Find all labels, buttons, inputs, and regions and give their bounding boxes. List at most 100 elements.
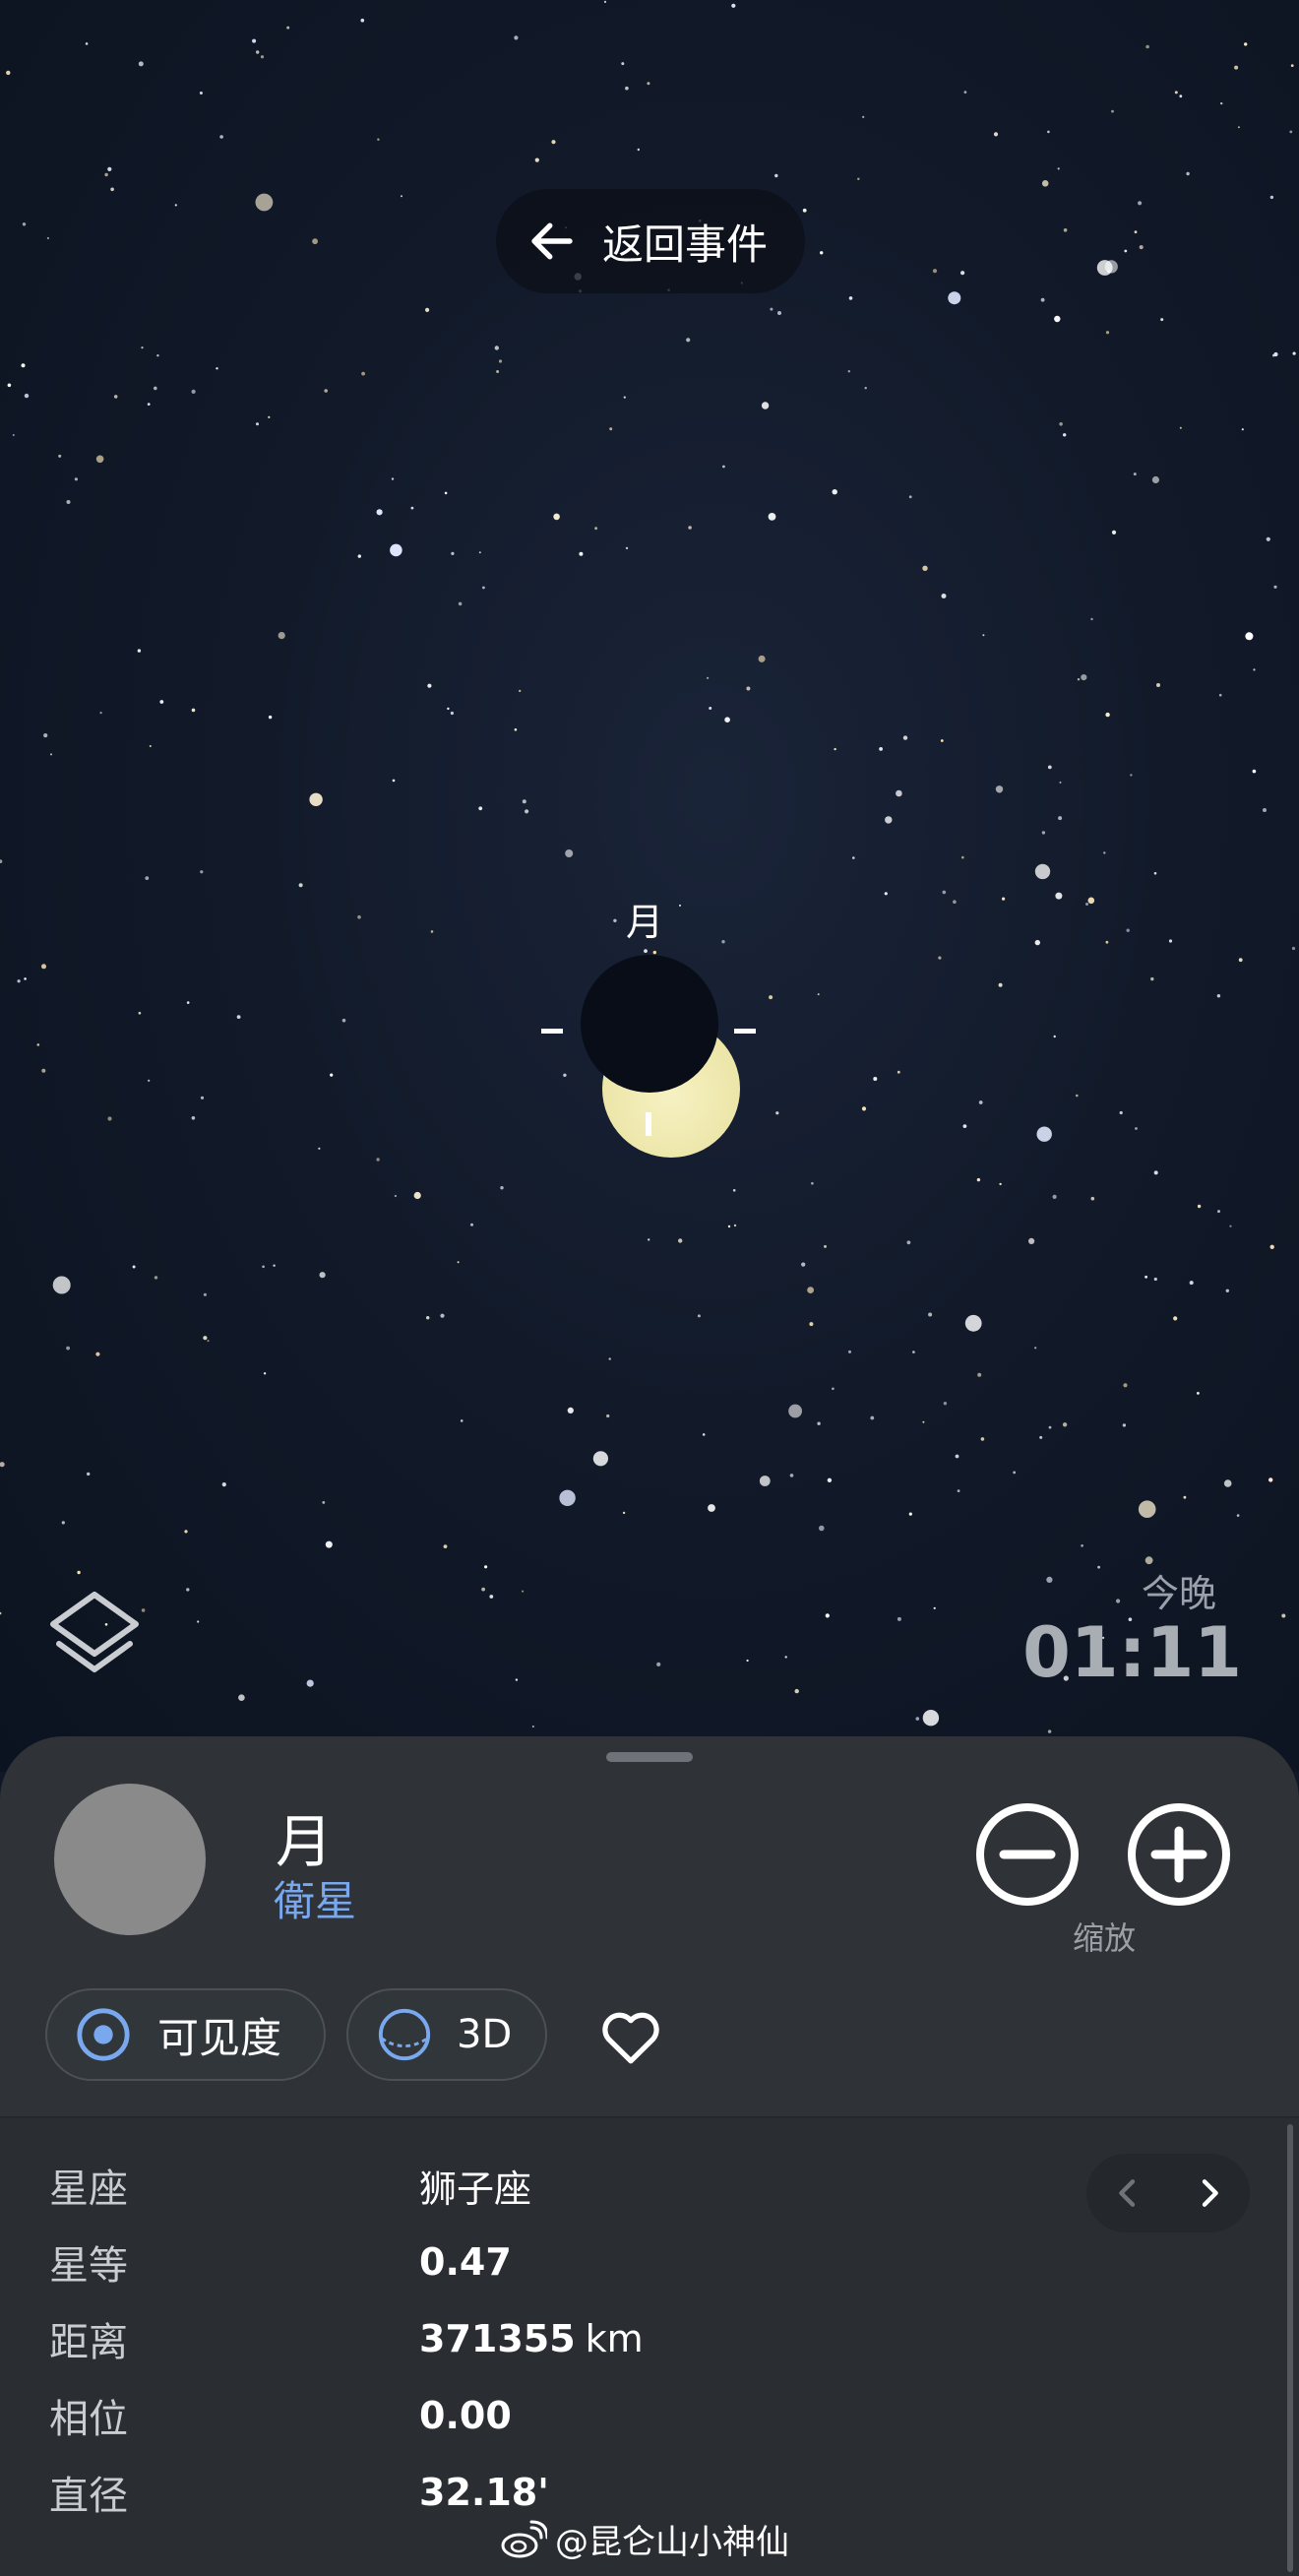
zoom-out-button[interactable] xyxy=(974,1801,1081,1908)
star xyxy=(494,346,499,350)
star xyxy=(567,1407,574,1414)
star xyxy=(948,291,961,305)
star xyxy=(1238,958,1243,963)
star xyxy=(318,1147,321,1150)
star xyxy=(1186,171,1190,176)
star xyxy=(731,3,736,8)
object-avatar xyxy=(54,1784,206,1935)
star xyxy=(263,1372,267,1375)
star xyxy=(848,296,853,300)
star xyxy=(24,393,30,399)
star xyxy=(322,1501,326,1504)
moon-target[interactable] xyxy=(522,955,777,1171)
star xyxy=(1057,167,1060,170)
star xyxy=(156,354,159,357)
reticle-tick-left xyxy=(541,1029,563,1034)
star xyxy=(1234,65,1239,70)
star xyxy=(908,495,912,499)
star xyxy=(268,715,273,720)
star xyxy=(413,1191,421,1200)
star xyxy=(637,148,640,152)
sheet-drag-handle[interactable] xyxy=(606,1752,693,1762)
star xyxy=(278,632,285,640)
star xyxy=(709,707,712,710)
star xyxy=(149,745,152,747)
detail-row-constellation: 星座 狮子座 xyxy=(49,2156,531,2215)
star xyxy=(216,367,218,370)
star xyxy=(1223,1479,1232,1487)
star xyxy=(553,513,560,521)
star xyxy=(896,789,902,797)
star xyxy=(834,747,836,751)
star xyxy=(788,1404,802,1418)
star xyxy=(955,1454,959,1459)
detail-value: 0.00 xyxy=(419,2394,512,2437)
star xyxy=(319,1272,326,1279)
chevron-right-icon[interactable] xyxy=(1190,2173,1229,2213)
star xyxy=(727,1225,731,1228)
layers-icon xyxy=(50,1592,139,1672)
star xyxy=(514,35,519,40)
star xyxy=(401,195,402,198)
star xyxy=(41,964,46,970)
star xyxy=(425,307,430,312)
star xyxy=(932,269,938,274)
star xyxy=(1063,433,1067,437)
star xyxy=(953,900,957,904)
star xyxy=(236,1015,241,1019)
star xyxy=(819,1525,825,1532)
star xyxy=(1217,1210,1220,1214)
back-to-events-button[interactable]: 返回事件 xyxy=(496,189,805,293)
star xyxy=(1156,683,1160,687)
star xyxy=(200,1096,205,1100)
scrollbar[interactable] xyxy=(1287,2124,1293,2572)
star xyxy=(940,739,944,742)
star xyxy=(579,551,584,556)
star xyxy=(24,977,27,980)
star xyxy=(811,1181,814,1185)
zoom-label: 缩放 xyxy=(1073,1919,1137,1957)
star xyxy=(457,1261,460,1264)
star xyxy=(982,634,985,637)
star xyxy=(1105,712,1110,718)
star xyxy=(594,527,597,531)
star xyxy=(1289,130,1293,134)
star xyxy=(980,1437,985,1441)
star xyxy=(963,91,967,94)
details-panel[interactable]: 星座 狮子座 星等 0.47 距离 371355 km 相位 0.00 直径 3… xyxy=(0,2116,1299,2576)
layers-button[interactable] xyxy=(45,1587,144,1695)
star xyxy=(7,383,12,388)
favorite-button[interactable] xyxy=(596,2002,665,2071)
star xyxy=(0,1462,5,1468)
object-info-sheet: 月 衛星 缩放 可见度 3D 星座 狮子座 星等 0.47 距离 371355 … xyxy=(0,1736,1299,2576)
star xyxy=(998,982,1003,987)
star xyxy=(922,1710,940,1727)
star xyxy=(1054,315,1061,323)
star xyxy=(1245,632,1254,641)
time-value: 01:11 xyxy=(1022,1612,1242,1693)
star xyxy=(376,509,383,516)
star xyxy=(761,402,770,409)
star xyxy=(1096,260,1113,276)
star xyxy=(1105,331,1110,335)
object-type: 衛星 xyxy=(274,1877,357,1925)
detail-key: 星座 xyxy=(49,2167,128,2212)
star xyxy=(519,689,522,693)
star xyxy=(938,956,942,960)
star xyxy=(1126,928,1130,932)
detail-row-diameter: 直径 32.18' xyxy=(49,2463,549,2522)
view-3d-chip[interactable]: 3D xyxy=(346,1988,547,2081)
star xyxy=(377,138,380,141)
star xyxy=(496,370,500,373)
chevron-left-icon[interactable] xyxy=(1108,2173,1147,2213)
star xyxy=(1090,617,1093,621)
star xyxy=(902,735,908,740)
star xyxy=(789,1474,794,1477)
star xyxy=(286,26,290,30)
star xyxy=(255,193,274,212)
star xyxy=(1081,1544,1083,1547)
zoom-in-button[interactable] xyxy=(1126,1801,1232,1908)
visibility-chip[interactable]: 可见度 xyxy=(45,1988,326,2081)
time-display[interactable]: 今晚 01:11 xyxy=(1022,1563,1242,1690)
star xyxy=(1174,91,1178,94)
